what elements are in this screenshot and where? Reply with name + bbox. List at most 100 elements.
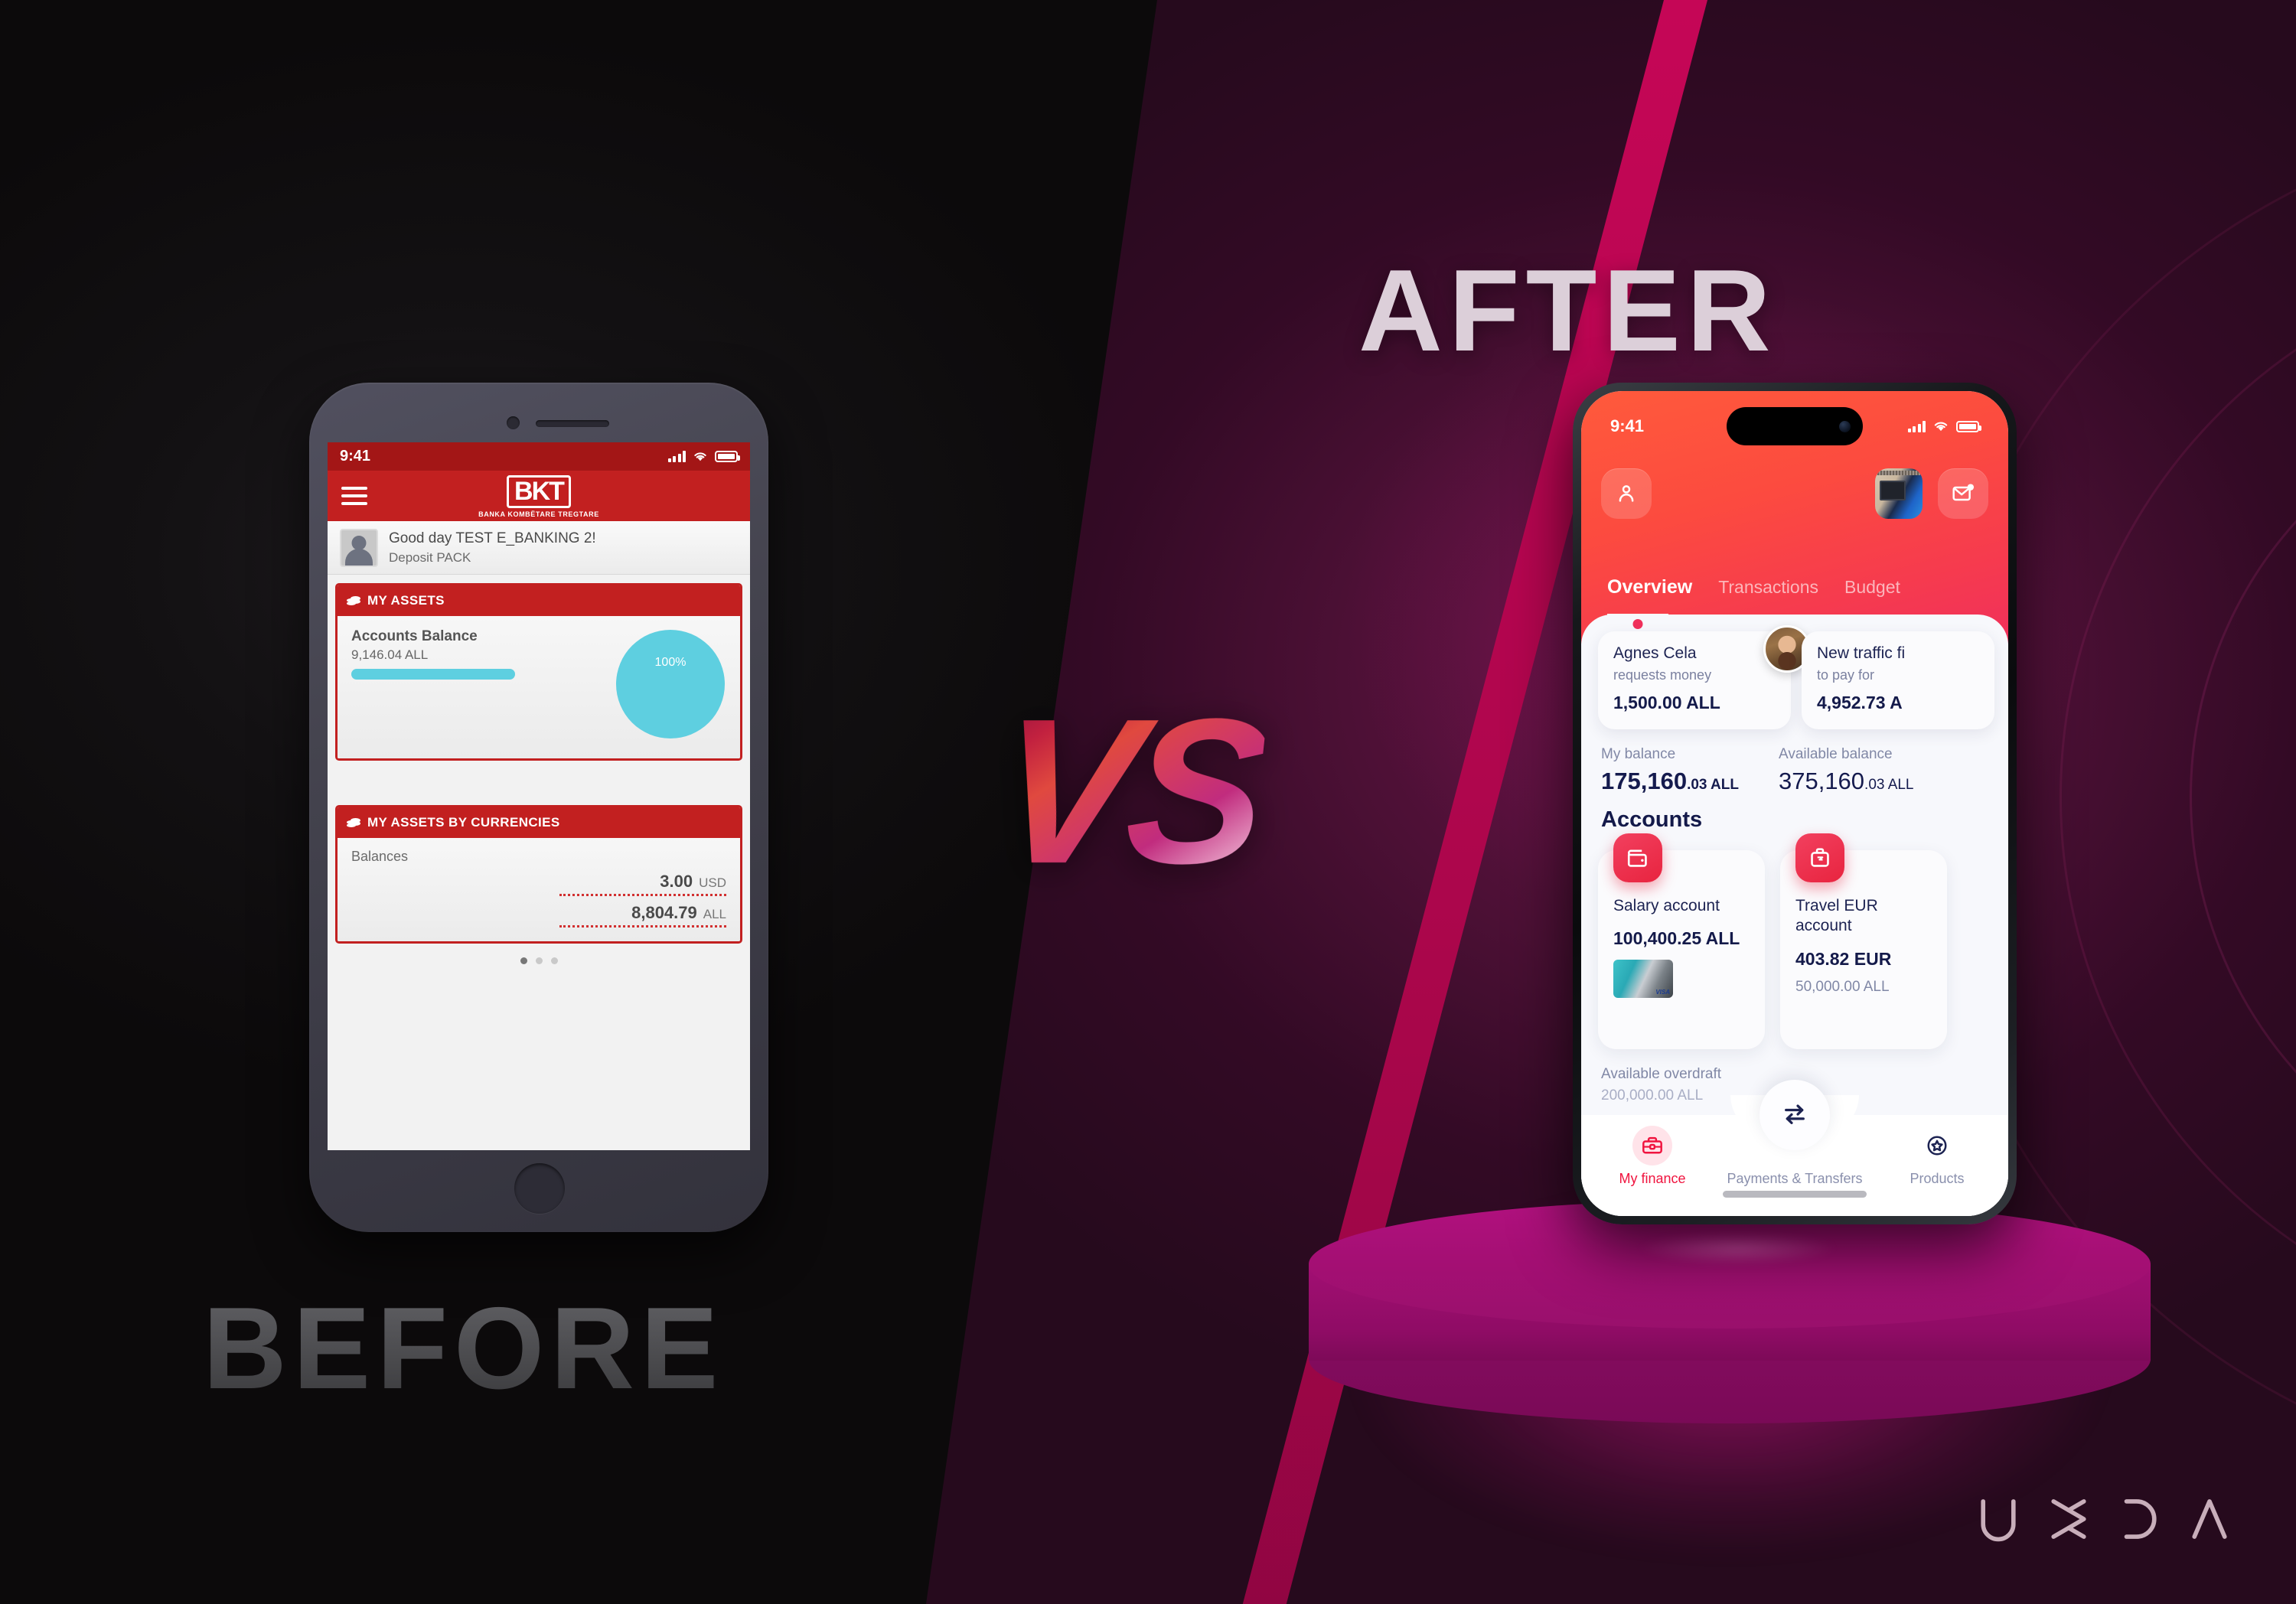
after-label: AFTER <box>1358 246 1777 376</box>
balance-my-label: My balance <box>1601 746 1676 762</box>
pager-dot-1[interactable] <box>520 957 527 964</box>
star-badge-icon <box>1917 1126 1957 1166</box>
mail-unread-icon[interactable] <box>1938 468 1988 519</box>
notification-card-traffic-fine[interactable]: New traffic fi to pay for 4,952.73 A <box>1802 631 1994 729</box>
my-assets-card-body: Accounts Balance 9,146.04 ALL 100% <box>338 616 740 758</box>
before-greeting-title: Good day TEST E_BANKING 2! <box>389 530 596 546</box>
uxda-logo-u-icon <box>1981 1499 2016 1542</box>
notification-amount: 1,500.00 ALL <box>1613 693 1720 712</box>
after-status-time: 9:41 <box>1610 416 1645 435</box>
account-name: Salary account <box>1613 897 1720 914</box>
transfer-arrows-icon <box>1785 1104 1805 1124</box>
after-tab-strip[interactable]: Overview Transactions Budget <box>1581 569 2008 605</box>
accounts-section-title: Accounts <box>1601 807 1703 832</box>
pager-dot-3[interactable] <box>550 957 558 964</box>
after-bottom-tabbar: My finance Payments & Transfers Products <box>1581 1080 2008 1216</box>
suitcase-travel-icon <box>1795 833 1844 882</box>
bkt-logo: BKT BANKA KOMBËTARE TREGTARE <box>328 475 750 518</box>
my-assets-by-currencies-card: MY ASSETS BY CURRENCIES Balances 3.00 USD… <box>335 805 742 944</box>
after-status-bar: 9:41 <box>1581 414 2008 438</box>
wifi-icon <box>694 452 706 461</box>
assets-pie-chart: 100% <box>616 630 725 738</box>
visa-debit-card: VISA <box>1613 960 1673 999</box>
currency-row-all: 8,804.79 ALL <box>351 903 726 928</box>
overdraft-block: Available overdraft 200,000.00 ALL <box>1601 1066 1721 1104</box>
promo-banner-thumbnail[interactable] <box>1875 468 1923 519</box>
accounts-balance-progress <box>351 669 515 680</box>
tab-budget[interactable]: Budget <box>1844 577 1900 598</box>
tab-transactions[interactable]: Transactions <box>1718 577 1818 598</box>
uxda-logo-x-icon <box>2051 1499 2086 1539</box>
notification-action: to pay for <box>1817 667 1875 683</box>
accounts-carousel[interactable]: Salary account 100,400.25 ALL VISA Trave… <box>1598 833 2008 1049</box>
coins-stack-icon <box>347 817 360 829</box>
overdraft-value: 200,000.00 ALL <box>1601 1087 1704 1104</box>
notification-action: requests money <box>1613 667 1712 683</box>
notifications-carousel[interactable]: Agnes Cela requests money 1,500.00 ALL N… <box>1581 625 2008 729</box>
tabbar-item-products[interactable]: Products <box>1866 1126 2008 1187</box>
balance-my-whole: 175,160 <box>1601 768 1688 794</box>
notification-name: New traffic fi <box>1817 644 1906 662</box>
wifi-icon <box>1934 422 1948 432</box>
my-assets-card-header: MY ASSETS <box>338 585 740 616</box>
before-greeting-subtitle: Deposit PACK <box>389 549 471 565</box>
before-greeting-row: Good day TEST E_BANKING 2! Deposit PACK <box>328 521 750 575</box>
currencies-card-body: Balances 3.00 USD 8,804.79 ALL <box>338 838 740 941</box>
after-header-actions <box>1581 466 2008 521</box>
before-label: BEFORE <box>203 1283 725 1413</box>
cellular-bars-icon <box>667 451 686 462</box>
account-amount: 100,400.25 ALL <box>1613 928 1740 949</box>
coins-stack-icon <box>347 595 360 607</box>
earpiece-speaker-icon <box>536 420 609 427</box>
tabbar-label-my-finance: My finance <box>1619 1171 1686 1186</box>
account-name: Travel EUR account <box>1795 897 1878 935</box>
bkt-logo-mark: BKT <box>507 475 571 508</box>
currencies-header-label: MY ASSETS BY CURRENCIES <box>367 815 560 830</box>
battery-full-icon <box>715 451 740 462</box>
carousel-pager[interactable] <box>328 944 750 978</box>
account-card-travel-eur[interactable]: Travel EUR account 403.82 EUR 50,000.00 … <box>1780 833 1947 1049</box>
account-amount: 403.82 EUR <box>1795 948 1892 969</box>
after-phone-device: 9:41 Overview Transactions Budget Agnes … <box>1573 383 2017 1224</box>
currency-divider-usd <box>559 894 726 896</box>
balance-my: My balance 175,160.03 ALL <box>1601 746 1739 795</box>
before-app-topbar: BKT BANKA KOMBËTARE TREGTARE <box>328 471 750 521</box>
comparison-stage: 9:41 BKT BANKA KOMBËTARE TREGTARE Good d… <box>0 0 2296 1604</box>
before-phone-screen: 9:41 BKT BANKA KOMBËTARE TREGTARE Good d… <box>328 442 750 1150</box>
before-status-bar: 9:41 <box>328 442 750 471</box>
front-camera-icon <box>507 416 520 429</box>
podium <box>1309 1200 2151 1423</box>
my-assets-card: MY ASSETS Accounts Balance 9,146.04 ALL … <box>335 583 742 761</box>
home-button[interactable] <box>514 1163 565 1214</box>
account-card-salary[interactable]: Salary account 100,400.25 ALL VISA <box>1598 833 1765 1049</box>
before-status-time: 9:41 <box>340 448 371 465</box>
battery-full-icon <box>1956 420 1981 432</box>
podium-sheen <box>1638 1232 1837 1264</box>
my-assets-header-label: MY ASSETS <box>367 593 445 608</box>
balance-my-cents: .03 ALL <box>1687 777 1739 793</box>
balances-label: Balances <box>351 849 409 864</box>
user-avatar-placeholder-icon <box>340 528 378 567</box>
home-indicator <box>1723 1191 1867 1198</box>
after-content-sheet: Agnes Cela requests money 1,500.00 ALL N… <box>1581 614 2008 1216</box>
currency-code-usd: USD <box>699 875 726 890</box>
balance-available: Available balance 375,160.03 ALL <box>1779 746 1914 795</box>
overdraft-label: Available overdraft <box>1601 1066 1722 1082</box>
cellular-bars-icon <box>1907 420 1926 432</box>
balance-summary: My balance 175,160.03 ALL Available bala… <box>1601 746 1988 795</box>
uxda-logo <box>1973 1494 2235 1544</box>
transfer-fab-button[interactable] <box>1760 1080 1830 1150</box>
after-phone-screen: 9:41 Overview Transactions Budget Agnes … <box>1581 391 2008 1216</box>
tabbar-item-my-finance[interactable]: My finance <box>1581 1126 1724 1187</box>
uxda-logo-a-icon <box>2192 1499 2227 1539</box>
pager-dot-2[interactable] <box>535 957 543 964</box>
notification-card-request[interactable]: Agnes Cela requests money 1,500.00 ALL <box>1598 625 1811 729</box>
notification-amount: 4,952.73 A <box>1817 693 1903 712</box>
user-profile-icon[interactable] <box>1601 468 1652 519</box>
currency-row-usd: 3.00 USD <box>351 872 726 896</box>
currency-amount-usd: 3.00 <box>660 872 693 891</box>
pie-chart-percent-label: 100% <box>654 656 687 669</box>
uxda-logo-d-icon <box>2124 1499 2157 1539</box>
notification-name: Agnes Cela <box>1613 644 1697 662</box>
tab-overview[interactable]: Overview <box>1607 576 1692 598</box>
